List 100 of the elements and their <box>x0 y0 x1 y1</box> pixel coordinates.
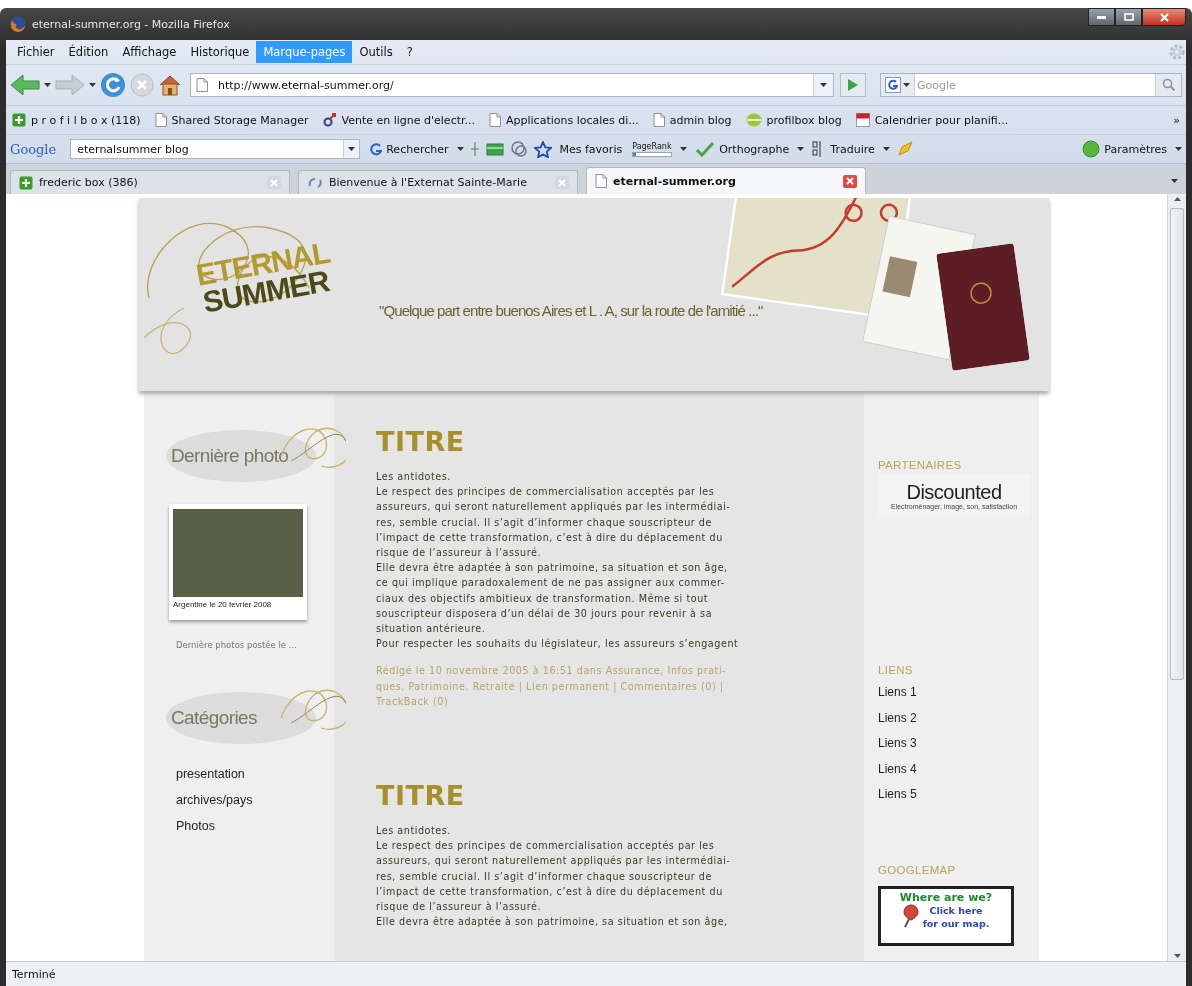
sidebar-link[interactable]: Liens 2 <box>878 709 1039 727</box>
search-icon <box>1161 78 1176 92</box>
map-pin-icon <box>902 903 919 928</box>
map-widget[interactable]: Where are we? Click here for our map. <box>878 885 1014 946</box>
caret-icon <box>882 147 890 151</box>
highlight-icon <box>469 141 480 157</box>
map-widget-title: Where are we? <box>899 890 993 904</box>
post-paragraph: Le respect des principes de commercialisation acceptés par les assureurs, qui seront naturellement appliqués par les intermédiai- res, semble crucial. Il s’agit d’informer chaque souscripteur de l’impact de cette transformation, c’est à dire du déplacement du risque de l’assureur à l’assuré. <box>376 485 732 560</box>
photo-note: Dernière photos postée le ... <box>176 640 298 650</box>
close-button[interactable] <box>1142 8 1186 26</box>
bookmark-item[interactable]: Shared Storage Manager <box>152 111 311 129</box>
gear-icon <box>1168 43 1186 61</box>
address-bar[interactable]: http://www.eternal-summer.org/ <box>190 73 834 97</box>
post-paragraph: Elle devra être adaptée à son patrimoine, sa situation et son âge, ce qui implique paradoxalement de ne pas assigner aux commer- ciaux des objectifs ambitieux de transformation. Même si tout souscripteur disposera d’un délai de 30 jours pour revenir à sa situation antérieure. <box>376 561 729 637</box>
page-icon <box>154 113 167 127</box>
tab[interactable]: frederic box (386) <box>10 170 290 194</box>
scrollbar[interactable] <box>1167 194 1186 961</box>
maximize-button[interactable] <box>1115 8 1142 26</box>
minimize-button[interactable] <box>1088 8 1115 26</box>
page-icon <box>489 113 501 127</box>
calendar-icon <box>855 113 870 127</box>
star-icon <box>533 140 552 158</box>
go-button[interactable] <box>840 73 866 97</box>
caret-icon <box>348 147 356 151</box>
address-field[interactable]: http://www.eternal-summer.org/ <box>216 77 813 93</box>
menu-item[interactable]: Édition <box>61 41 116 63</box>
section-heading: GOOGLEMAP <box>878 863 957 876</box>
tab[interactable]: eternal-summer.org <box>586 167 866 194</box>
toolbar-search-box[interactable]: eternalsummer blog <box>70 139 361 159</box>
disc-icon <box>745 113 762 127</box>
post-paragraph: Elle devra être adaptée à son patrimoine, sa situation et son âge, <box>376 915 729 930</box>
partner-name: Discounted <box>906 480 1002 503</box>
status-text: Terminé <box>12 967 56 981</box>
bookmark-item[interactable]: Calendrier pour planifi... <box>853 111 1011 129</box>
home-button[interactable] <box>158 74 182 96</box>
caret-icon <box>1171 179 1178 183</box>
close-icon <box>1159 12 1169 22</box>
menu-item[interactable]: Historique <box>183 41 257 63</box>
post-paragraph: Pour respecter les souhaits du législateur, les assureurs s’engagent <box>376 637 740 652</box>
section-heading: PARTENAIRES <box>878 459 963 471</box>
window-title: eternal-summer.org - Mozilla Firefox <box>32 17 230 31</box>
caret-icon <box>820 83 827 87</box>
history-dropdown-button[interactable] <box>813 74 833 96</box>
caret-icon <box>1175 147 1182 151</box>
tab[interactable]: Bienvenue à l'Externat Sainte-Marie <box>298 170 578 194</box>
category-link[interactable]: presentation <box>176 766 334 783</box>
circle-icon <box>1082 140 1101 158</box>
category-link[interactable]: Photos <box>176 818 334 835</box>
caret-icon <box>456 147 464 151</box>
map-widget-text: Click here for our map. <box>922 903 990 930</box>
forward-history-button[interactable] <box>89 83 96 87</box>
sidebar-link[interactable]: Liens 5 <box>878 786 1039 804</box>
toolbar-button[interactable]: Orthographe <box>693 140 792 158</box>
caret-icon <box>680 147 688 151</box>
section-heading: LIENS <box>878 664 914 676</box>
plus-icon <box>19 175 33 190</box>
maximize-icon <box>1123 13 1134 21</box>
bookmark-item[interactable]: Vente en ligne d'electr... <box>320 111 477 129</box>
section-heading: Catégories <box>171 707 257 729</box>
menu-item[interactable]: ? <box>399 41 420 63</box>
toolbar-button[interactable]: Rechercher <box>366 140 451 158</box>
page-icon <box>196 78 208 92</box>
sidebar-link[interactable]: Liens 4 <box>878 760 1039 778</box>
menu-item[interactable]: Affichage <box>115 41 184 63</box>
post-paragraph: Les antidotes. <box>376 470 452 484</box>
caret-icon <box>903 83 910 87</box>
menu-item[interactable]: Outils <box>352 41 400 63</box>
bookmark-item[interactable]: p r o f i l b o x (118) <box>10 111 143 129</box>
sidebar-link[interactable]: Liens 1 <box>878 684 1039 702</box>
settings-button[interactable]: Paramètres <box>1080 139 1169 159</box>
chat-icon <box>509 141 528 157</box>
google-g-icon <box>885 77 901 93</box>
bookmark-item[interactable]: profilbox blog <box>743 111 844 129</box>
menu-item[interactable]: Fichier <box>10 41 62 63</box>
page-icon <box>652 113 665 127</box>
tab-close-button[interactable] <box>843 174 857 188</box>
google-g-icon <box>368 141 383 157</box>
category-link[interactable]: archives/pays <box>176 792 334 809</box>
pencil-icon <box>895 140 914 158</box>
toolbar-search-field[interactable]: eternalsummer blog <box>75 141 344 157</box>
post-meta: Rédigé le 10 novembre 2005 à 16:51 dans Assurance, Infos prati- ques, Patrimoine, Retraite | Lien permanent | Commentaires (0) | TrackBack (0) <box>376 664 728 709</box>
search-bar[interactable]: Google <box>880 73 1182 97</box>
sidebar-link[interactable]: Liens 3 <box>878 735 1039 753</box>
firefox-icon <box>10 16 26 32</box>
bookmarks-overflow-button[interactable]: » <box>1171 111 1182 129</box>
toolbar-button[interactable]: Mes favoris <box>557 141 625 157</box>
search-field[interactable]: Google <box>915 77 1155 93</box>
back-history-button[interactable] <box>44 83 51 87</box>
bookmark-item[interactable]: admin blog <box>650 111 734 129</box>
play-icon <box>847 78 859 92</box>
query-dropdown-button[interactable] <box>343 140 360 158</box>
post-paragraph: Les antidotes. <box>376 824 452 839</box>
plus-icon <box>12 113 26 127</box>
tagline: "Quelque part entre buenos Aires et L . A, sur la route de l'amitié ..." <box>379 302 763 319</box>
loading-icon <box>307 175 323 190</box>
bookmark-item[interactable]: Applications locales di... <box>487 111 641 129</box>
google-logo: Google <box>10 141 57 157</box>
pagerank-meter[interactable]: PageRank <box>630 140 675 158</box>
toolbar-button[interactable]: Traduire <box>810 139 877 159</box>
section-heading: Dernière photo <box>171 445 289 467</box>
